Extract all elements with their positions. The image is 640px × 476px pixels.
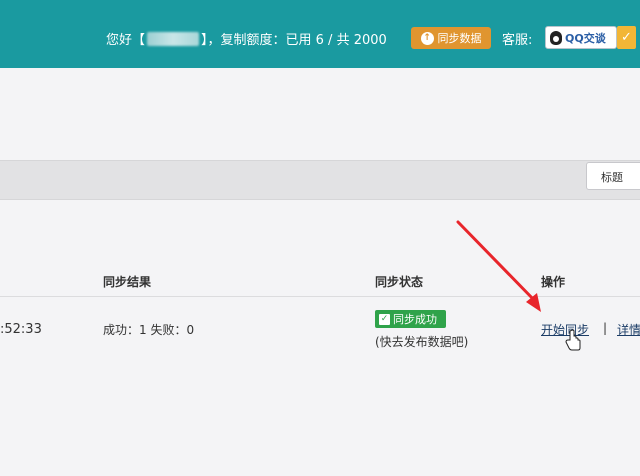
customer-service-label: 客服: bbox=[502, 33, 533, 48]
sync-success-label: 同步成功 bbox=[393, 313, 437, 326]
quota-text: 】，复制额度：已用 6 / 共 2000 bbox=[201, 33, 387, 48]
check-icon: ✓ bbox=[379, 313, 390, 325]
detail-link[interactable]: 详情 bbox=[617, 321, 640, 338]
start-sync-link[interactable]: 开始同步 bbox=[541, 321, 589, 338]
qq-penguin-icon bbox=[550, 30, 562, 45]
column-header-status: 同步状态 bbox=[375, 275, 424, 289]
cloud-upload-icon: ↑ bbox=[420, 31, 434, 45]
checkmark-icon[interactable]: ✓ bbox=[617, 26, 636, 49]
publish-hint: (快去发布数据吧) bbox=[375, 335, 469, 349]
table-header: 同步结果 同步状态 操作 bbox=[0, 262, 640, 297]
action-separator: | bbox=[603, 321, 608, 335]
username-redacted bbox=[147, 31, 200, 46]
row-result: 成功：1 失败：0 bbox=[103, 323, 195, 337]
sync-data-label: 同步数据 bbox=[437, 32, 482, 45]
column-header-result: 同步结果 bbox=[103, 275, 152, 289]
qq-chat-button[interactable]: QQ交谈 bbox=[545, 26, 617, 49]
greeting-prefix: 您好【 bbox=[106, 33, 146, 48]
title-select[interactable]: 标题 bbox=[586, 162, 640, 190]
column-header-action: 操作 bbox=[541, 275, 566, 289]
quota-greeting: 您好【 】，复制额度：已用 6 / 共 2000 bbox=[106, 29, 387, 48]
sync-data-button[interactable]: ↑ 同步数据 bbox=[411, 27, 491, 49]
filter-bar bbox=[0, 160, 640, 200]
qq-chat-label: QQ交谈 bbox=[565, 31, 606, 45]
sync-success-badge: ✓ 同步成功 bbox=[375, 310, 446, 328]
row-time: :52:33 bbox=[0, 322, 42, 337]
annotation-overlay bbox=[456, 220, 581, 351]
top-header-bar: 您好【 】，复制额度：已用 6 / 共 2000 ↑ 同步数据 客服: QQ交谈… bbox=[0, 0, 640, 68]
